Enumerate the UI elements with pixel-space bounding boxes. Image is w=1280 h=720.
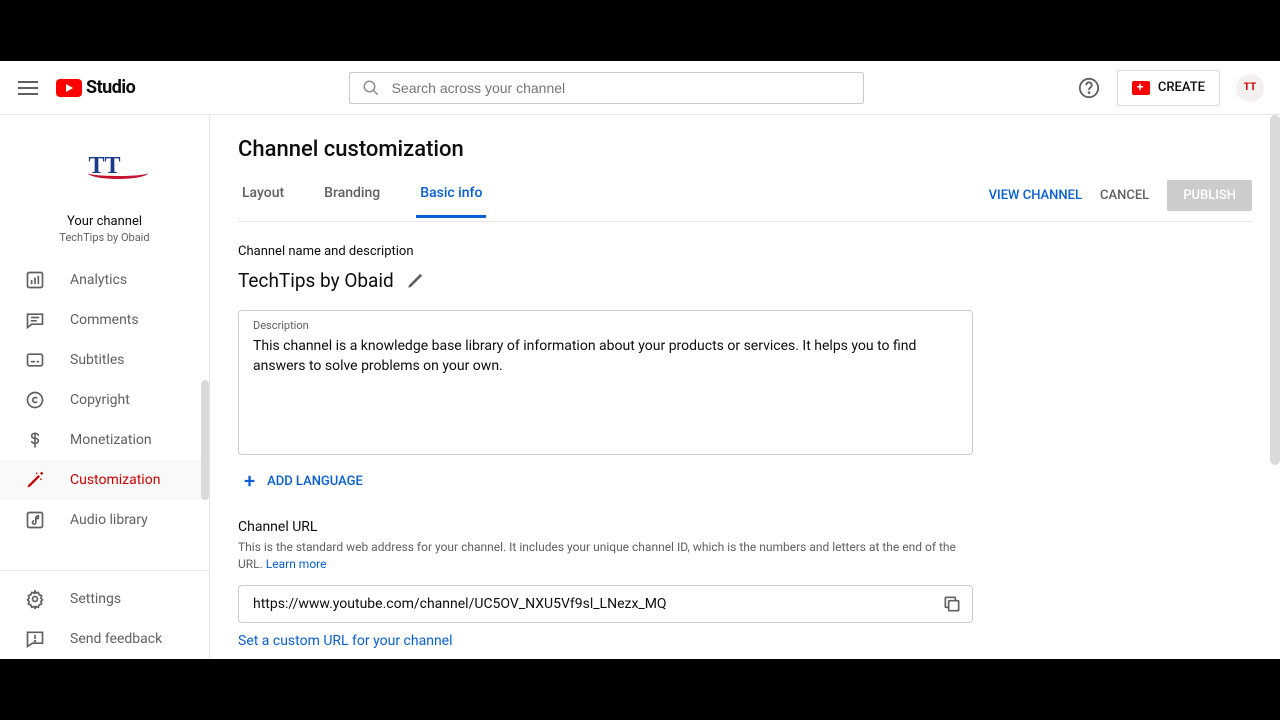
- sidebar-item-label: Settings: [70, 591, 121, 607]
- description-text: This channel is a knowledge base library…: [253, 336, 958, 377]
- analytics-icon: [24, 269, 46, 291]
- channel-block[interactable]: TT Your channel TechTips by Obaid: [0, 115, 209, 260]
- copyright-icon: [24, 389, 46, 411]
- feedback-icon: [24, 628, 46, 650]
- comments-icon: [24, 309, 46, 331]
- cancel-button[interactable]: CANCEL: [1100, 188, 1149, 203]
- description-box[interactable]: Description This channel is a knowledge …: [238, 310, 973, 455]
- search-box[interactable]: [349, 72, 864, 104]
- subtitles-icon: [24, 349, 46, 371]
- edit-icon[interactable]: [406, 272, 424, 290]
- tab-layout[interactable]: Layout: [238, 185, 288, 218]
- search-input[interactable]: [392, 80, 851, 96]
- create-label: CREATE: [1158, 80, 1205, 95]
- set-custom-url-link[interactable]: Set a custom URL for your channel: [238, 633, 973, 649]
- sidebar-item-label: Copyright: [70, 392, 130, 408]
- sidebar-item-subtitles[interactable]: Subtitles: [0, 340, 209, 380]
- sidebar-item-analytics[interactable]: Analytics: [0, 260, 209, 300]
- channel-url-value: https://www.youtube.com/channel/UC5OV_NX…: [253, 596, 942, 612]
- sidebar-item-label: Customization: [70, 472, 160, 488]
- main-content: Channel customization Layout Branding Ba…: [210, 115, 1280, 659]
- tab-branding[interactable]: Branding: [320, 185, 384, 218]
- settings-icon: [24, 588, 46, 610]
- channel-url-box: https://www.youtube.com/channel/UC5OV_NX…: [238, 585, 973, 623]
- view-channel-button[interactable]: VIEW CHANNEL: [989, 188, 1082, 203]
- sidebar-item-customization[interactable]: Customization: [0, 460, 209, 500]
- channel-avatar: TT: [50, 139, 160, 194]
- publish-button[interactable]: PUBLISH: [1167, 180, 1252, 211]
- sidebar-item-label: Comments: [70, 312, 139, 328]
- account-avatar[interactable]: TT: [1236, 74, 1264, 102]
- sidebar-item-feedback[interactable]: Send feedback: [0, 619, 209, 659]
- create-button[interactable]: CREATE: [1117, 70, 1220, 106]
- section-heading: Channel name and description: [238, 244, 1252, 259]
- main-scrollbar[interactable]: [1270, 115, 1280, 465]
- url-heading: Channel URL: [238, 519, 973, 535]
- sidebar: TT Your channel TechTips by Obaid Analyt…: [0, 115, 210, 659]
- page-title: Channel customization: [238, 137, 1252, 162]
- search-icon: [362, 79, 380, 97]
- help-icon[interactable]: [1077, 76, 1101, 100]
- sidebar-scrollbar[interactable]: [201, 380, 209, 500]
- add-language-button[interactable]: + ADD LANGUAGE: [238, 471, 1252, 491]
- add-language-label: ADD LANGUAGE: [267, 474, 363, 489]
- youtube-icon: [56, 79, 82, 97]
- menu-icon[interactable]: [16, 76, 40, 100]
- create-icon: [1132, 81, 1150, 95]
- learn-more-link[interactable]: Learn more: [266, 557, 327, 571]
- customization-icon: [24, 469, 46, 491]
- monetization-icon: [24, 429, 46, 451]
- audio-library-icon: [24, 509, 46, 531]
- sidebar-item-label: Monetization: [70, 432, 152, 448]
- sidebar-item-settings[interactable]: Settings: [0, 579, 209, 619]
- logo-text: Studio: [86, 77, 135, 98]
- plus-icon: +: [244, 471, 255, 491]
- description-label: Description: [253, 319, 958, 332]
- app-header: Studio CREATE TT: [0, 61, 1280, 115]
- sidebar-item-audio-library[interactable]: Audio library: [0, 500, 209, 540]
- sidebar-item-comments[interactable]: Comments: [0, 300, 209, 340]
- copy-icon[interactable]: [942, 594, 962, 614]
- sidebar-item-copyright[interactable]: Copyright: [0, 380, 209, 420]
- youtube-studio-logo[interactable]: Studio: [56, 77, 135, 98]
- tab-basic-info[interactable]: Basic info: [416, 185, 486, 218]
- sidebar-item-monetization[interactable]: Monetization: [0, 420, 209, 460]
- sidebar-item-label: Analytics: [70, 272, 127, 288]
- channel-name: TechTips by Obaid: [238, 269, 394, 292]
- sidebar-item-label: Send feedback: [70, 631, 162, 647]
- channel-name-small: TechTips by Obaid: [59, 231, 149, 244]
- sidebar-item-label: Subtitles: [70, 352, 125, 368]
- sidebar-item-label: Audio library: [70, 512, 148, 528]
- your-channel-label: Your channel: [67, 214, 142, 229]
- url-help-text: This is the standard web address for you…: [238, 539, 973, 573]
